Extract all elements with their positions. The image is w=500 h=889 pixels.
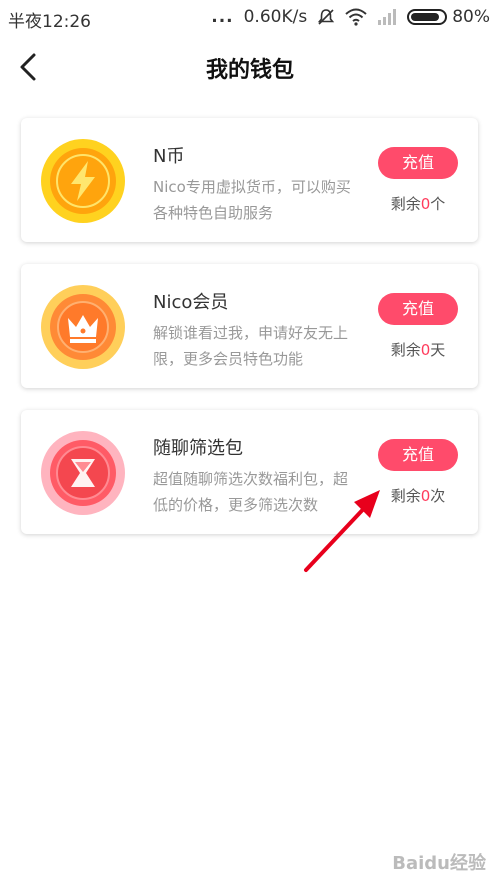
recharge-button[interactable]: 充值 [378, 439, 458, 471]
wallet-card-membership: Nico会员 解锁谁看过我，申请好友无上限，更多会员特色功能 充值 剩余0天 [21, 264, 478, 388]
remaining-count: 剩余0天 [390, 341, 446, 359]
signal-icon [378, 9, 397, 25]
page-title: 我的钱包 [205, 58, 294, 83]
status-bar: 半夜12:26 ... 0.60K/s 80% [0, 0, 500, 36]
card-title: N币 [153, 146, 185, 167]
wallet-card-filter-pack: 随聊筛选包 超值随聊筛选次数福利包，超低的价格，更多筛选次数 充值 剩余0次 [21, 410, 478, 534]
annotation-arrow-icon [304, 490, 380, 572]
lightning-coin-icon [41, 139, 125, 223]
card-title: Nico会员 [153, 292, 229, 313]
card-description: 解锁谁看过我，申请好友无上限，更多会员特色功能 [153, 324, 349, 368]
remaining-count: 剩余0次 [390, 487, 446, 505]
network-speed: 0.60K/s [243, 7, 308, 27]
remaining-count: 剩余0个 [390, 195, 446, 213]
watermark: Baidu经验 [392, 853, 486, 874]
status-dots: ... [211, 7, 234, 27]
card-description: Nico专用虚拟货币，可以购买各种特色自助服务 [153, 178, 351, 222]
battery-icon [407, 9, 448, 25]
wallet-card-ncoin: N币 Nico专用虚拟货币，可以购买各种特色自助服务 充值 剩余0个 [21, 118, 478, 242]
recharge-button[interactable]: 充值 [378, 293, 458, 325]
status-time: 半夜12:26 [8, 12, 91, 32]
wifi-icon [345, 8, 367, 26]
mute-icon [318, 9, 335, 25]
status-indicators: ... 0.60K/s 80% [201, 7, 490, 27]
hourglass-icon [41, 431, 125, 515]
battery-level: 80% [452, 7, 490, 27]
recharge-button[interactable]: 充值 [378, 147, 458, 179]
app-header: 我的钱包 [0, 46, 500, 88]
crown-icon [41, 285, 125, 369]
card-title: 随聊筛选包 [153, 438, 243, 459]
